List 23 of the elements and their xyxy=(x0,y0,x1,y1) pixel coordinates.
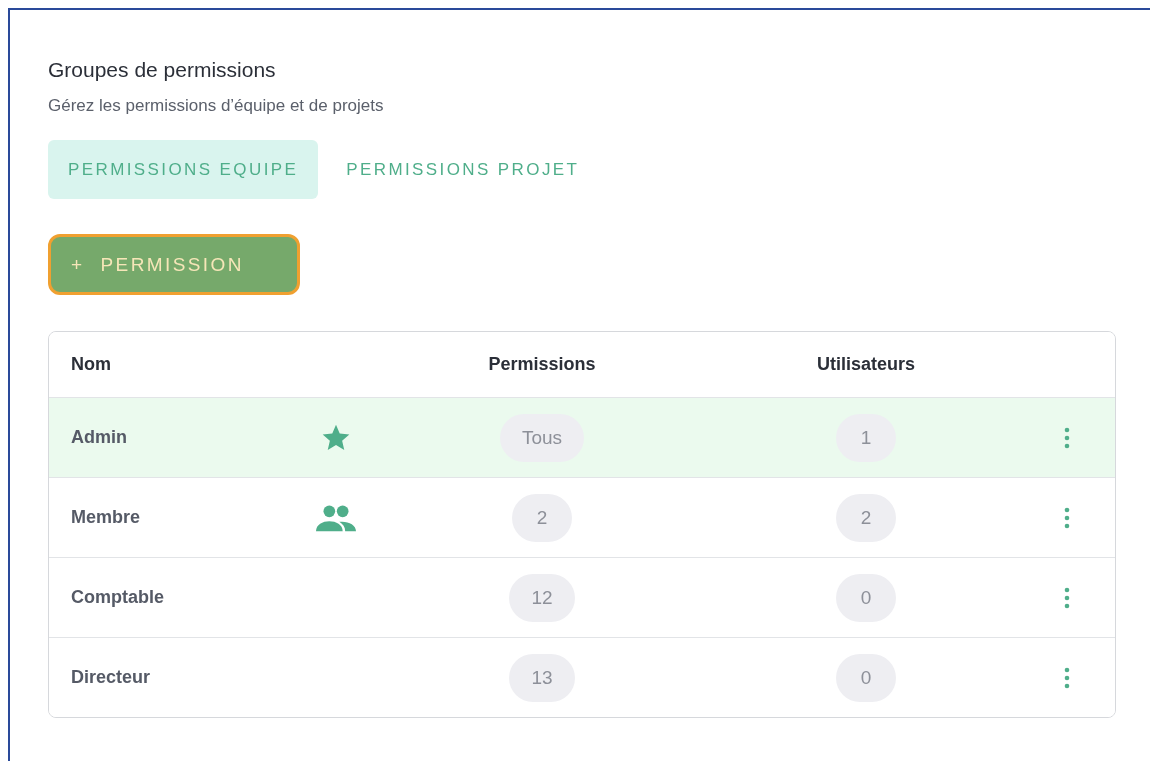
users-count: 2 xyxy=(836,493,896,542)
permissions-count: Tous xyxy=(499,413,585,462)
users-count: 0 xyxy=(836,573,896,622)
more-options-icon[interactable] xyxy=(1064,506,1070,529)
column-header: Permissions xyxy=(488,354,596,375)
more-options-icon[interactable] xyxy=(1064,666,1070,689)
group-name: Membre xyxy=(71,507,142,528)
permissions-count: 2 xyxy=(512,493,572,542)
group-name: Comptable xyxy=(71,587,165,608)
users-count: 1 xyxy=(836,413,896,462)
group-name: Directeur xyxy=(71,667,152,688)
panel-title: Groupes de permissions xyxy=(48,58,277,82)
column-header: Utilisateurs xyxy=(816,354,915,375)
group-name: Admin xyxy=(71,427,128,448)
table-row[interactable]: Directeur 13 0 xyxy=(49,637,1115,717)
permissions-count: 12 xyxy=(509,573,575,622)
permissions-count: 13 xyxy=(509,653,575,702)
more-options-icon[interactable] xyxy=(1064,426,1070,449)
panel-subtitle: Gérez les permissions d’équipe et de projets xyxy=(48,96,385,116)
more-options-icon[interactable] xyxy=(1064,586,1070,609)
users-count: 0 xyxy=(836,653,896,702)
table-row[interactable]: Admin Tous 1 xyxy=(49,397,1115,477)
column-header: Nom xyxy=(71,354,111,375)
